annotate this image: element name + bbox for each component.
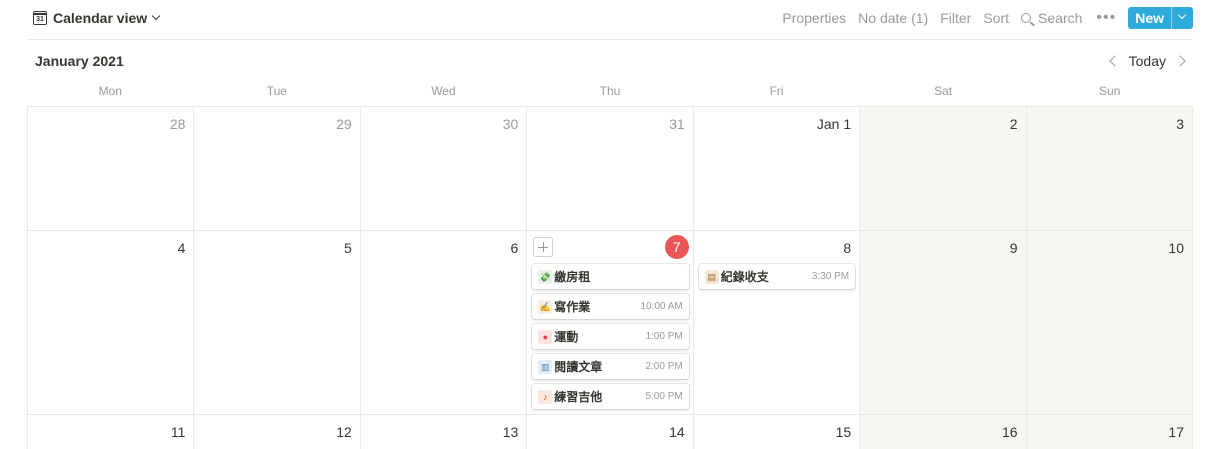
- more-options-icon[interactable]: •••: [1096, 10, 1116, 26]
- day-cell-jan-1[interactable]: Jan 1: [693, 107, 861, 231]
- day-cell-jan-8[interactable]: 8 ▤ 紀錄收支 3:30 PM: [693, 231, 861, 415]
- new-button-group: New: [1128, 7, 1193, 29]
- day-number: 17: [1168, 424, 1184, 440]
- day-number: 8: [843, 240, 852, 256]
- day-cell-jan-10[interactable]: 10: [1026, 231, 1193, 415]
- day-number: 16: [1001, 424, 1018, 440]
- today-button[interactable]: Today: [1129, 53, 1166, 69]
- event-title: 繳房租: [554, 270, 591, 284]
- event-list: ▤ 紀錄收支 3:30 PM: [698, 264, 856, 294]
- previous-month-chevron-icon[interactable]: [1105, 52, 1121, 70]
- event-list: 💸 繳房租 ✍ 寫作業 10:00 AM ● 運動 1:00 PM ▥ 閱讀文章…: [532, 264, 689, 414]
- month-navigation: Today: [1105, 52, 1190, 70]
- day-number: 3: [1176, 116, 1184, 132]
- day-number: 4: [177, 240, 186, 256]
- calendar-icon: 31: [33, 11, 47, 25]
- toolbar-actions: Properties No date (1) Filter Sort Searc…: [770, 7, 1193, 29]
- ledger-icon: ▤: [704, 269, 719, 284]
- day-cell-jan-7-today[interactable]: 7 💸 繳房租 ✍ 寫作業 10:00 AM ● 運動 1:00 PM ▥ 閱讀…: [527, 231, 694, 415]
- day-number: 15: [835, 424, 852, 440]
- month-title: January 2021: [35, 53, 124, 69]
- new-button[interactable]: New: [1128, 7, 1171, 29]
- weekday-header: Mon Tue Wed Thu Fri Sat Sun: [27, 84, 1193, 98]
- day-number: 2: [1009, 116, 1018, 132]
- day-number: 30: [502, 116, 519, 132]
- day-cell-jan-11[interactable]: 11: [28, 415, 195, 449]
- database-toolbar: 31 Calendar view Properties No date (1) …: [27, 0, 1193, 40]
- no-date-button[interactable]: No date (1): [858, 10, 928, 26]
- day-cell-jan-9[interactable]: 9: [860, 231, 1027, 415]
- event-title: 練習吉他: [554, 390, 603, 404]
- day-cell-dec-29[interactable]: 29: [194, 107, 361, 231]
- properties-button[interactable]: Properties: [782, 10, 846, 26]
- weekday-wed: Wed: [431, 84, 456, 98]
- day-cell-dec-28[interactable]: 28: [28, 107, 195, 231]
- event-title: 運動: [554, 330, 579, 344]
- day-number: 11: [170, 424, 186, 440]
- day-number: 13: [502, 424, 519, 440]
- day-cell-dec-31[interactable]: 31: [527, 107, 694, 231]
- day-cell-jan-16[interactable]: 16: [860, 415, 1027, 449]
- event-time: 3:30 PM: [811, 271, 850, 282]
- day-number: Jan 1: [816, 116, 852, 132]
- day-cell-jan-4[interactable]: 4: [28, 231, 195, 415]
- sort-button[interactable]: Sort: [983, 10, 1009, 26]
- event-card[interactable]: 💸 繳房租: [532, 264, 689, 289]
- day-cell-dec-30[interactable]: 30: [360, 107, 528, 231]
- day-number: 29: [336, 116, 352, 132]
- search-icon: [1021, 13, 1032, 23]
- weekday-tue: Tue: [266, 84, 287, 98]
- event-time: 1:00 PM: [645, 331, 683, 342]
- guitar-icon: ♪: [538, 389, 553, 404]
- chevron-down-icon: [151, 11, 161, 21]
- money-wings-icon: 💸: [538, 269, 553, 284]
- weekday-thu: Thu: [599, 84, 621, 98]
- day-cell-jan-5[interactable]: 5: [194, 231, 361, 415]
- day-cell-jan-6[interactable]: 6: [360, 231, 528, 415]
- day-number: 14: [669, 424, 685, 440]
- day-cell-jan-15[interactable]: 15: [693, 415, 861, 449]
- day-number: 31: [669, 116, 685, 132]
- filter-button[interactable]: Filter: [940, 10, 971, 26]
- event-card[interactable]: ✍ 寫作業 10:00 AM: [532, 294, 689, 319]
- event-title: 閱讀文章: [554, 360, 603, 374]
- day-cell-jan-14[interactable]: 14: [527, 415, 694, 449]
- view-switcher[interactable]: 31 Calendar view: [33, 9, 161, 27]
- event-card[interactable]: ▥ 閱讀文章 2:00 PM: [532, 354, 689, 379]
- event-card[interactable]: ▤ 紀錄收支 3:30 PM: [698, 264, 856, 289]
- calendar-grid: 28 29 30 31 Jan 1 2 3 4 5 6 7 💸 繳房租 ✍ 寫作…: [27, 106, 1193, 449]
- weekday-mon: Mon: [98, 84, 122, 98]
- search-button[interactable]: Search: [1021, 10, 1082, 26]
- new-dropdown-chevron-icon[interactable]: [1171, 7, 1193, 29]
- day-number: 6: [510, 240, 519, 256]
- writing-hand-icon: ✍: [538, 299, 553, 314]
- day-cell-jan-17[interactable]: 17: [1026, 415, 1193, 449]
- day-number: 12: [336, 424, 352, 440]
- event-time: 2:00 PM: [645, 361, 683, 372]
- day-number: 28: [169, 116, 186, 132]
- book-icon: ▥: [538, 359, 553, 374]
- event-card[interactable]: ♪ 練習吉他 5:00 PM: [532, 384, 689, 409]
- event-title: 寫作業: [554, 300, 591, 314]
- day-number: 10: [1168, 240, 1184, 256]
- day-cell-jan-12[interactable]: 12: [194, 415, 361, 449]
- event-time: 10:00 AM: [640, 301, 683, 312]
- day-cell-jan-13[interactable]: 13: [360, 415, 528, 449]
- day-cell-jan-2[interactable]: 2: [860, 107, 1027, 231]
- event-time: 5:00 PM: [645, 391, 683, 402]
- search-label: Search: [1038, 10, 1083, 26]
- add-event-plus-icon[interactable]: [533, 237, 554, 257]
- day-number: 9: [1009, 240, 1018, 256]
- weekday-fri: Fri: [769, 84, 784, 98]
- event-card[interactable]: ● 運動 1:00 PM: [532, 324, 689, 349]
- event-title: 紀錄收支: [720, 270, 769, 284]
- view-name: Calendar view: [53, 10, 148, 26]
- day-number: 5: [344, 240, 352, 256]
- weekday-sun: Sun: [1099, 84, 1121, 98]
- day-cell-jan-3[interactable]: 3: [1026, 107, 1193, 231]
- ping-pong-icon: ●: [538, 329, 553, 344]
- today-badge: 7: [664, 235, 689, 259]
- next-month-chevron-icon[interactable]: [1174, 52, 1190, 70]
- weekday-sat: Sat: [934, 84, 953, 98]
